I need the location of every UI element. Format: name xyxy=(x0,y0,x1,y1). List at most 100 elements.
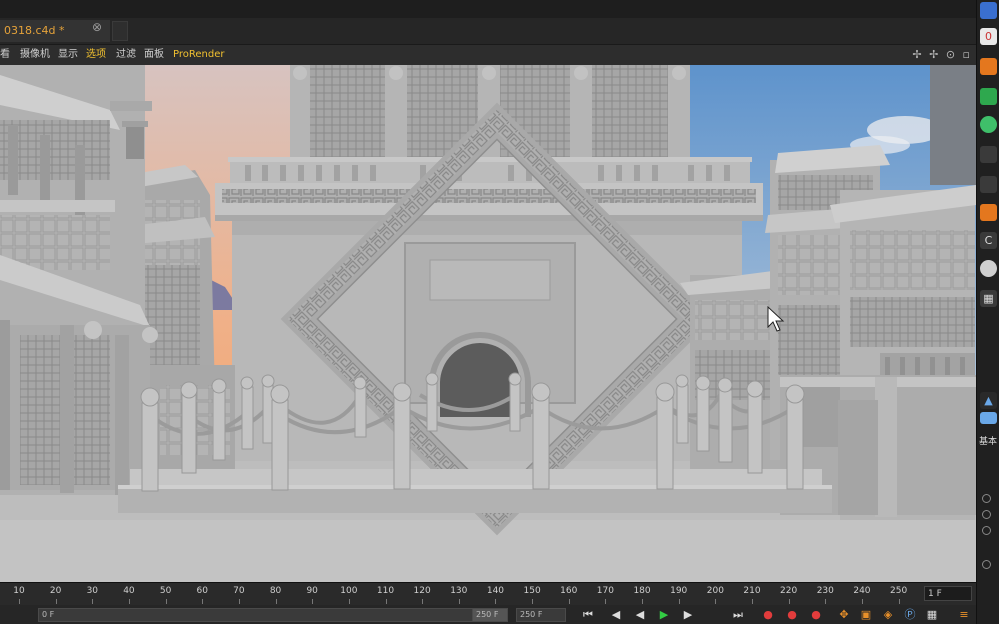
timeline-tick-label: 160 xyxy=(560,586,578,596)
timeline-tick-mark xyxy=(642,599,644,604)
param-key-icon[interactable]: Ⓟ xyxy=(902,607,918,622)
menu-display[interactable]: 显示 xyxy=(58,45,78,65)
autokey-button[interactable]: ● xyxy=(784,607,800,622)
scene-tool-icon[interactable] xyxy=(980,146,997,163)
menu-panel[interactable]: 面板 xyxy=(144,45,164,65)
close-tab-icon[interactable]: ⊗ xyxy=(92,20,102,34)
record-button[interactable]: ● xyxy=(760,607,776,622)
timeline-tick-label: 130 xyxy=(450,586,468,596)
timeline-tick-label: 120 xyxy=(413,586,431,596)
character-tool-icon[interactable]: C xyxy=(980,232,997,249)
timeline-tick-mark xyxy=(128,599,130,604)
timeline-tick-mark xyxy=(752,599,753,604)
timeline-tick-mark xyxy=(422,599,424,604)
3d-viewport[interactable] xyxy=(0,65,976,582)
attributes-mode-icon[interactable] xyxy=(980,412,997,424)
end-range-field[interactable]: 250 F xyxy=(472,608,508,622)
timeline-tick-label: 140 xyxy=(486,586,505,596)
timeline-menu-icon[interactable]: ≡ xyxy=(956,607,972,622)
array-tool-icon[interactable] xyxy=(980,88,997,105)
document-tab-title: 0318.c4d * xyxy=(4,24,65,37)
current-frame-field[interactable]: 1 F xyxy=(924,586,972,601)
timeline-tick-label: 220 xyxy=(780,586,798,596)
spline-tool-icon[interactable]: 0 xyxy=(980,28,997,45)
top-title-bar xyxy=(0,0,976,18)
timeline-tick-label: 250 xyxy=(890,586,908,596)
right-tool-palette: 0 C ▦ ▲ 基本 xyxy=(976,0,999,624)
timeline-tick-label: 100 xyxy=(340,586,358,596)
menu-camera[interactable]: 摄像机 xyxy=(20,45,50,65)
timeline-tick-mark xyxy=(605,599,607,604)
timeline-tick-mark xyxy=(898,599,900,604)
rotate-key-icon[interactable]: ◈ xyxy=(880,607,896,622)
move-key-icon[interactable]: ✥ xyxy=(836,607,852,622)
transport-bar: 0 F 250 F 250 F ⏮ ◀ ◀ ▶ ▶ ⏭ ● ● ● ✥ ▣ ◈ … xyxy=(0,605,976,624)
step-forward-button[interactable]: ▶ xyxy=(680,607,696,622)
document-tab-bar: 0318.c4d * ⊗ xyxy=(0,18,976,45)
timeline-tick-label: 90 xyxy=(306,586,318,596)
timeline-tick-mark xyxy=(165,599,167,604)
timeline-tick-label: 10 xyxy=(13,586,25,596)
timeline-tick-mark xyxy=(19,599,20,604)
timeline-tick-mark xyxy=(861,599,863,604)
timeline-tick-mark xyxy=(458,599,460,604)
start-frame-field[interactable]: 0 F xyxy=(38,608,508,622)
timeline-tick-mark xyxy=(348,599,350,604)
viewport-menu-bar: 看 摄像机 显示 选项 过滤 面板 ProRender ✢ ✢ ⊙ ▫ xyxy=(0,45,976,65)
option-radio[interactable] xyxy=(982,526,991,535)
grid-tool-icon[interactable]: ▦ xyxy=(980,290,997,307)
timeline-tick-mark xyxy=(568,599,570,604)
goto-end-button[interactable]: ⏭ xyxy=(730,607,746,622)
option-radio[interactable] xyxy=(982,494,991,503)
timeline-tick-label: 180 xyxy=(633,586,651,596)
timeline-tick-label: 110 xyxy=(376,586,395,596)
timeline-tick-mark xyxy=(495,599,497,604)
timeline-tick-label: 50 xyxy=(159,586,172,596)
prev-key-button[interactable]: ◀ xyxy=(608,607,624,622)
timeline-tick-label: 230 xyxy=(816,586,834,596)
timeline-tick-label: 150 xyxy=(523,586,541,596)
keyframe-selection-button[interactable]: ● xyxy=(808,607,824,622)
step-back-button[interactable]: ◀ xyxy=(632,607,648,622)
nurbs-tool-icon[interactable] xyxy=(980,58,997,75)
camera-tool-icon[interactable] xyxy=(980,176,997,193)
timeline-tick-label: 40 xyxy=(123,586,135,596)
timeline-tick-label: 70 xyxy=(233,586,245,596)
timeline-tick-mark xyxy=(825,599,827,604)
sphere-tool-icon[interactable] xyxy=(980,2,997,19)
timeline-tick-mark xyxy=(55,599,57,604)
timeline-tick-label: 60 xyxy=(196,586,208,596)
goto-start-button[interactable]: ⏮ xyxy=(580,607,596,622)
material-ball-icon[interactable] xyxy=(980,260,997,277)
attributes-tab-icon[interactable]: ▲ xyxy=(980,392,997,409)
viewport-nav-icons[interactable]: ✢ ✢ ⊙ ▫ xyxy=(912,48,972,61)
scene-render xyxy=(0,65,976,582)
menu-prorender[interactable]: ProRender xyxy=(173,45,224,65)
menu-options[interactable]: 选项 xyxy=(86,45,106,65)
timeline-tick-mark xyxy=(385,599,387,604)
deformer-tool-icon[interactable] xyxy=(980,116,997,133)
timeline-tick-label: 170 xyxy=(596,586,614,596)
menu-view[interactable]: 看 xyxy=(0,45,10,65)
timeline-tick-mark xyxy=(92,599,94,604)
timeline-tick-label: 30 xyxy=(86,586,99,596)
grid-key-icon[interactable]: ▦ xyxy=(924,607,940,622)
timeline-tick-mark xyxy=(312,599,314,604)
timeline-tick-mark xyxy=(202,599,204,604)
timeline-tick-label: 80 xyxy=(269,586,282,596)
basic-tab-label[interactable]: 基本 xyxy=(979,434,997,447)
play-button[interactable]: ▶ xyxy=(656,607,672,622)
timeline-tick-mark xyxy=(678,599,680,604)
scale-key-icon[interactable]: ▣ xyxy=(858,607,874,622)
light-tool-icon[interactable] xyxy=(980,204,997,221)
max-frame-field[interactable]: 250 F xyxy=(516,608,566,622)
timeline-tick-label: 210 xyxy=(743,586,761,596)
timeline-tick-mark xyxy=(275,599,277,604)
timeline-ruler[interactable]: 10 20 30 40 50 60 70 80 90 100 110 120 130 140 150 160 1… xyxy=(0,582,976,605)
option-radio[interactable] xyxy=(982,560,991,569)
timeline-tick-mark xyxy=(532,599,534,604)
option-radio[interactable] xyxy=(982,510,991,519)
new-tab-button[interactable] xyxy=(112,21,128,41)
menu-filter[interactable]: 过滤 xyxy=(116,45,136,65)
timeline-tick-mark xyxy=(238,599,240,604)
